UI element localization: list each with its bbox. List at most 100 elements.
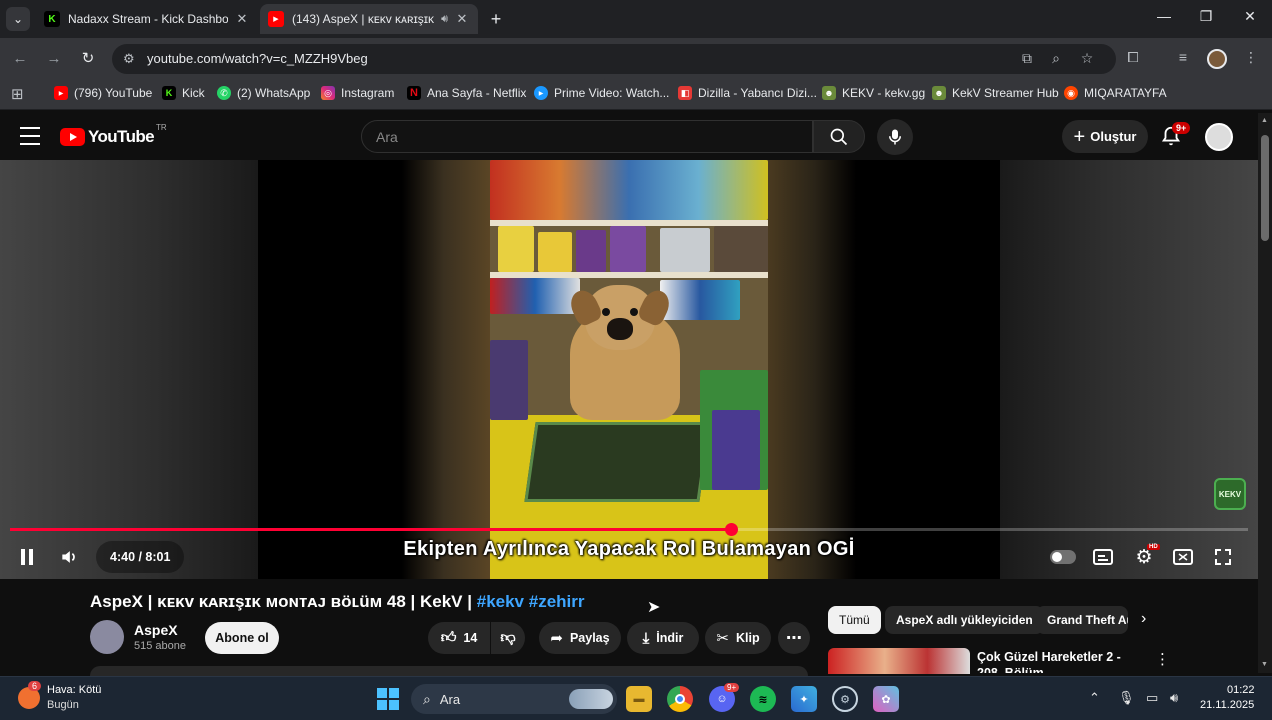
steam-icon[interactable]: ⚙ <box>832 686 858 712</box>
dislike-button[interactable]: 👎︎ <box>491 622 525 654</box>
recommendation-thumbnail[interactable] <box>828 648 970 674</box>
zoom-icon[interactable]: ⌕ <box>1046 50 1066 67</box>
channel-watermark[interactable]: KEKV <box>1214 478 1246 510</box>
bookmark-kekv[interactable]: ☻ KEKV - kekv.gg <box>822 86 925 100</box>
close-tab-icon[interactable]: ✕ <box>454 11 470 27</box>
site-info-icon[interactable]: ⚙ <box>123 51 135 67</box>
create-button[interactable]: + Oluştur <box>1062 120 1148 153</box>
notifications-button[interactable]: 9+ <box>1160 122 1191 149</box>
account-avatar[interactable] <box>1205 123 1233 151</box>
channel-name[interactable]: AspeX <box>134 622 178 638</box>
install-app-icon[interactable]: ⧉ <box>1017 50 1037 67</box>
bookmark-whatsapp[interactable]: ✆ (2) WhatsApp <box>217 86 310 100</box>
bookmark-miqaratayfa[interactable]: ◉ MIQARATAYFA <box>1064 86 1167 100</box>
subscriber-count: 515 abone <box>134 640 186 652</box>
bookmark-netflix[interactable]: N Ana Sayfa - Netflix <box>407 86 526 100</box>
bookmark-label: (2) WhatsApp <box>237 86 311 100</box>
progress-played <box>10 528 731 531</box>
bookmark-kick[interactable]: K Kick <box>162 86 205 100</box>
back-icon[interactable]: ← <box>9 48 31 70</box>
tray-overflow-icon[interactable]: ⌃ <box>1089 690 1100 706</box>
microphone-tray-icon[interactable]: 🎙︎ <box>1118 690 1135 706</box>
page-scrollbar[interactable]: ▲ ▼ <box>1258 113 1272 673</box>
chevron-right-icon[interactable]: › <box>1141 610 1146 628</box>
tab-search-dropdown-icon[interactable]: ⌄ <box>6 7 30 31</box>
close-window-icon[interactable]: ✕ <box>1230 8 1270 25</box>
progress-bar[interactable] <box>10 523 1248 536</box>
browser-menu-icon[interactable]: ⋮ <box>1240 49 1262 66</box>
extensions-icon[interactable]: ⧠ <box>1122 49 1144 66</box>
speaker-icon[interactable]: 🔊︎ <box>441 13 448 26</box>
recommendation-menu-icon[interactable]: ⋮ <box>1155 650 1170 668</box>
channel-avatar[interactable] <box>90 620 124 654</box>
captions-icon <box>1093 549 1113 565</box>
restore-icon[interactable]: ❐ <box>1186 8 1226 25</box>
url-text[interactable]: youtube.com/watch?v=c_MZZH9Vbeg <box>147 51 368 66</box>
search-button[interactable] <box>813 120 865 153</box>
close-tab-icon[interactable]: ✕ <box>234 11 250 27</box>
bookmark-kekv-streamer-hub[interactable]: ☻ KekV Streamer Hub <box>932 86 1059 100</box>
scrollbar-thumb[interactable] <box>1261 135 1269 241</box>
share-button[interactable]: ➦ Paylaş <box>539 622 621 654</box>
search-input[interactable] <box>376 129 776 145</box>
autoplay-toggle[interactable] <box>1048 541 1078 573</box>
recommendation-title[interactable]: Çok Güzel Hareketler 2 - 208. Bölüm <box>977 649 1147 673</box>
scroll-up-icon[interactable]: ▲ <box>1261 117 1268 124</box>
windows-start-icon[interactable] <box>375 686 401 712</box>
profile-avatar[interactable] <box>1207 49 1227 69</box>
bookmark-instagram[interactable]: ◎ Instagram <box>321 86 394 100</box>
shelf-products <box>660 280 740 320</box>
media-control-icon[interactable]: ≡ <box>1172 49 1194 65</box>
weather-widget[interactable]: 6 Hava: Kötü Bugün <box>16 681 126 715</box>
menu-icon[interactable] <box>20 127 40 145</box>
clip-button[interactable]: ✂ Klip <box>705 622 771 654</box>
hashtag-link[interactable]: #zehirr <box>529 592 585 611</box>
progress-scrubber[interactable] <box>724 523 738 536</box>
bookmark-label: Kick <box>182 86 205 100</box>
more-actions-button[interactable]: ⋯ <box>778 622 810 654</box>
hd-badge: HD <box>1147 544 1160 550</box>
download-button[interactable]: ⤓ İndir <box>627 622 699 654</box>
theater-mode-button[interactable] <box>1170 541 1196 573</box>
voice-search-button[interactable] <box>877 119 913 155</box>
app-icon[interactable]: ✦ <box>791 686 817 712</box>
forward-icon[interactable]: → <box>43 48 65 70</box>
chip-all[interactable]: Tümü <box>828 606 881 634</box>
jar <box>490 340 528 420</box>
fullscreen-button[interactable] <box>1210 541 1236 573</box>
tab-youtube-video[interactable]: ▶ (143) AspeX | ᴋᴇᴋᴠ ᴋᴀʀɪşɪᴋ ᴍᴏɴᴛᴀᴊ 🔊︎ ✕ <box>260 4 478 34</box>
bookmark-dizilla[interactable]: ◧ Dizilla - Yabancı Dizi... <box>678 86 817 100</box>
video-player[interactable]: KEKV 4:40 / 8:01 Ekipten Ayrılınca Yapac… <box>0 160 1258 579</box>
chip-gta[interactable]: Grand Theft Au <box>1036 606 1128 634</box>
description-box[interactable] <box>90 666 808 676</box>
taskbar-search[interactable]: ⌕ Ara <box>411 684 617 714</box>
youtube-logo[interactable]: YouTube TR <box>60 123 167 147</box>
spotify-icon[interactable]: ≋ <box>750 686 776 712</box>
bookmark-youtube[interactable]: ▶ (796) YouTube <box>54 86 152 100</box>
apps-grid-icon[interactable]: ⊞ <box>11 85 24 103</box>
bookmark-star-icon[interactable]: ☆ <box>1077 50 1097 67</box>
reload-icon[interactable]: ↻ <box>77 48 99 70</box>
settings-button[interactable]: ⚙ HD <box>1130 541 1160 573</box>
search-box[interactable] <box>361 120 813 153</box>
game-launcher-icon[interactable]: ✿ <box>873 686 899 712</box>
volume-tray-icon[interactable]: 🔊︎ <box>1170 690 1178 706</box>
minimize-icon[interactable]: — <box>1144 8 1184 24</box>
bookmark-prime-video[interactable]: ▶ Prime Video: Watch... <box>534 86 669 100</box>
subtitles-button[interactable] <box>1090 541 1116 573</box>
chip-from-uploader[interactable]: AspeX adlı yükleyiciden <box>885 606 1044 634</box>
clock-time[interactable]: 01:22 <box>1227 684 1255 696</box>
clock-date[interactable]: 21.11.2025 <box>1200 699 1254 711</box>
subscribe-button[interactable]: Abone ol <box>205 622 279 654</box>
address-bar[interactable]: ⚙ youtube.com/watch?v=c_MZZH9Vbeg ⧉ ⌕ ☆ <box>112 44 1116 74</box>
chrome-icon[interactable] <box>667 686 693 712</box>
lottery-tray <box>524 422 711 502</box>
like-button[interactable]: 👍︎ 14 <box>428 622 490 654</box>
scroll-down-icon[interactable]: ▼ <box>1261 661 1268 668</box>
tab-kick-dashboard[interactable]: K Nadaxx Stream - Kick Dashboard ✕ <box>36 4 258 34</box>
file-explorer-icon[interactable]: ▬ <box>626 686 652 712</box>
hashtag-link[interactable]: #kekv <box>477 592 524 611</box>
bookmark-label: Instagram <box>341 86 395 100</box>
network-icon[interactable]: ▭ <box>1146 690 1158 706</box>
new-tab-button[interactable]: + <box>484 7 508 31</box>
